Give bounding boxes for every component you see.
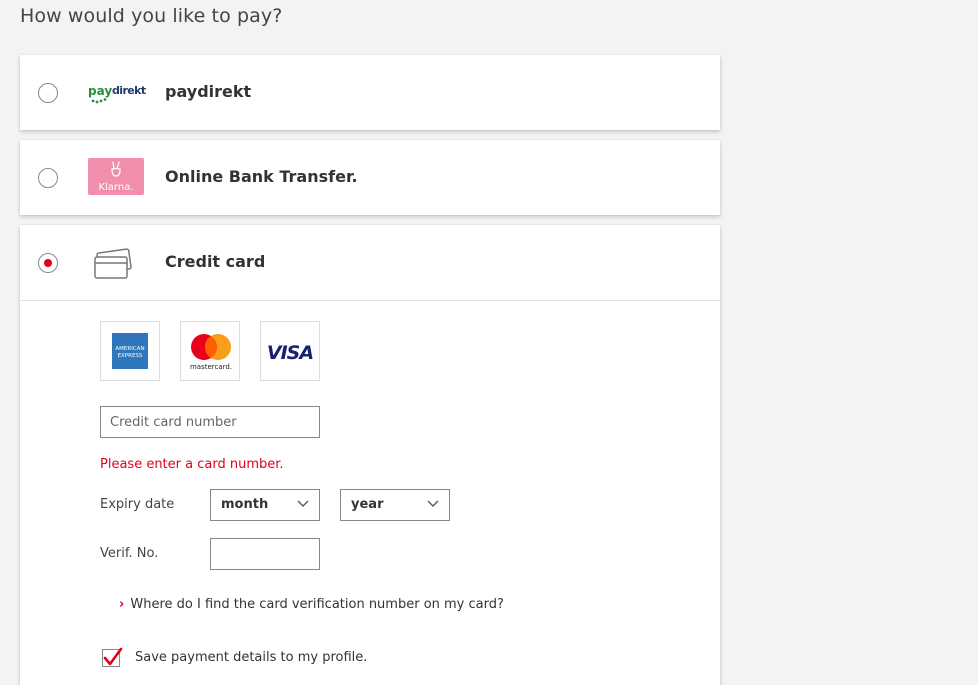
expiry-month-select[interactable]: month (210, 489, 320, 521)
cvv-help-link-text: Where do I find the card verification nu… (130, 597, 504, 612)
cvv-help-link[interactable]: › Where do I find the card verification n… (119, 597, 504, 612)
chevron-down-icon (427, 500, 439, 507)
visa-logo: VISA (260, 321, 320, 381)
mastercard-text: mastercard. (190, 363, 232, 371)
expiry-date-label: Expiry date (100, 497, 175, 512)
chevron-right-icon: › (119, 597, 125, 612)
radio-online-bank-transfer[interactable] (38, 168, 58, 188)
credit-card-label: Credit card (165, 252, 266, 271)
paydirekt-logo-pay: pay (88, 84, 112, 98)
payment-option-paydirekt[interactable]: pay direkt paydirekt (20, 55, 720, 130)
checkmark-icon (103, 647, 123, 666)
chevron-down-icon (297, 500, 309, 507)
card-number-input[interactable] (100, 406, 320, 438)
page-heading: How would you like to pay? (20, 5, 283, 27)
amex-text-2: EXPRESS (118, 353, 143, 359)
paydirekt-label: paydirekt (165, 82, 252, 101)
radio-paydirekt[interactable] (38, 83, 58, 103)
online-bank-transfer-label: Online Bank Transfer. (165, 167, 358, 186)
verification-number-label: Verif. No. (100, 546, 159, 561)
klarna-logo: Klarna. (88, 158, 144, 195)
verification-number-input[interactable] (210, 538, 320, 570)
amex-logo: AMERICAN EXPRESS (100, 321, 160, 381)
radio-credit-card[interactable] (38, 253, 58, 273)
klarna-logo-text: Klarna. (98, 182, 134, 193)
save-payment-checkbox[interactable] (102, 647, 123, 667)
card-number-error: Please enter a card number. (100, 457, 284, 472)
credit-card-icon (94, 248, 132, 279)
mastercard-logo: mastercard. (180, 321, 240, 381)
paydirekt-logo-direkt: direkt (112, 84, 146, 97)
section-divider (20, 300, 720, 301)
expiry-year-select[interactable]: year (340, 489, 450, 521)
peace-hand-icon (88, 160, 144, 182)
expiry-month-value: month (221, 497, 269, 512)
visa-text: VISA (267, 342, 313, 364)
payment-option-online-bank-transfer[interactable]: Klarna. Online Bank Transfer. (20, 140, 720, 215)
payment-option-credit-card[interactable]: Credit card AMERICAN EXPRESS mastercard.… (20, 225, 720, 685)
expiry-year-value: year (351, 497, 384, 512)
amex-text-1: AMERICAN (115, 346, 144, 352)
paydirekt-logo: pay direkt (88, 84, 146, 104)
